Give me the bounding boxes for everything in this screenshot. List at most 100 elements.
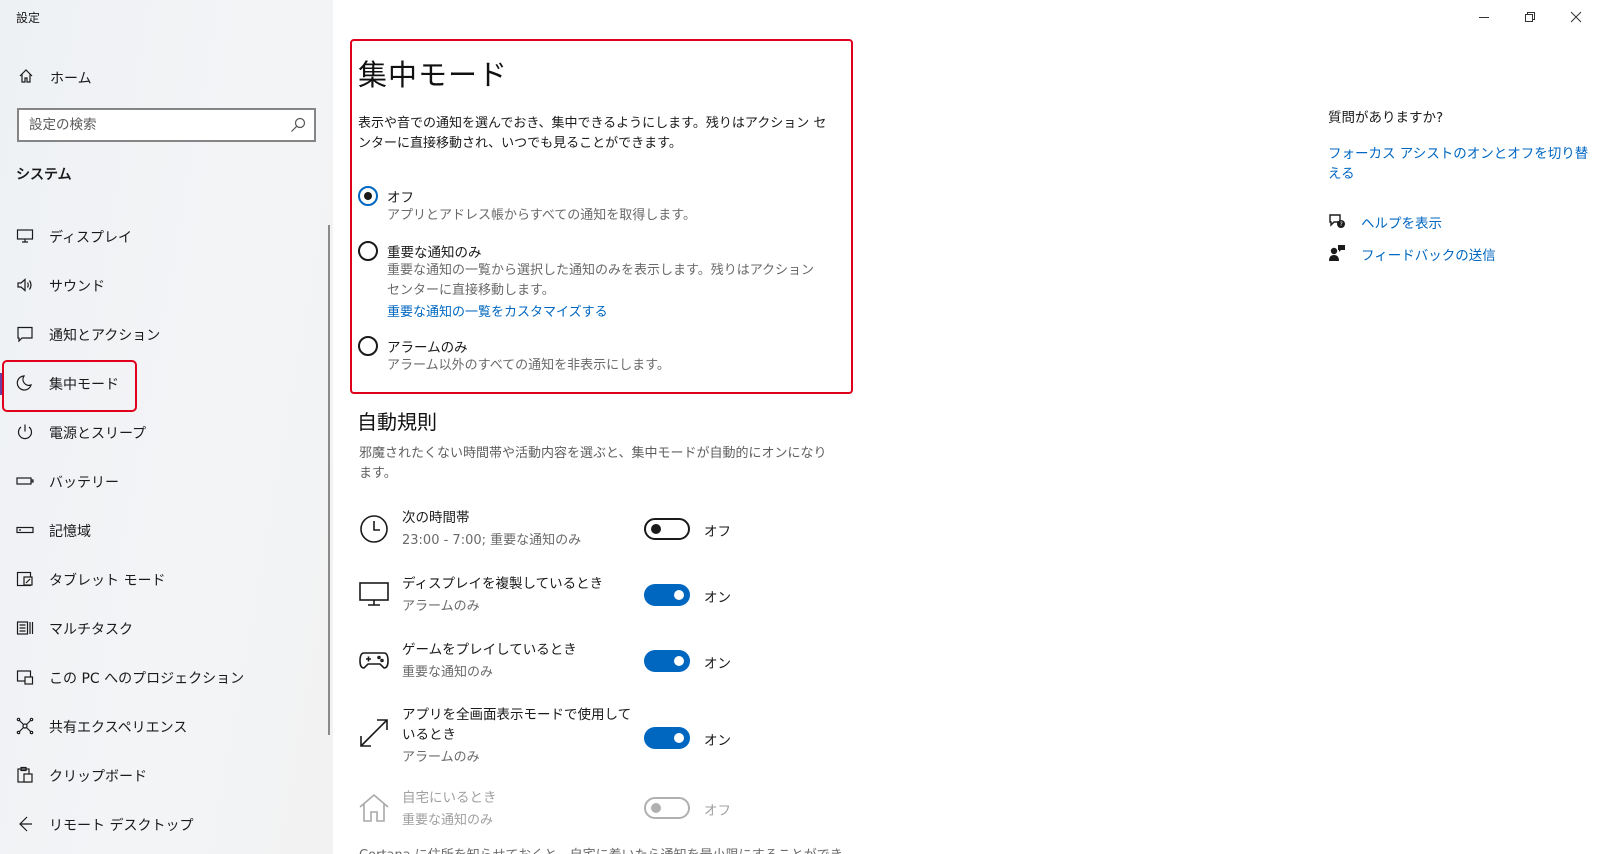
option-description: アラーム以外のすべての通知を非表示にします。: [387, 358, 670, 373]
home-icon: [19, 69, 33, 83]
tablet-icon: [16, 571, 33, 587]
sidebar-item-label: バッテリー: [49, 475, 119, 491]
multitask-icon: [16, 621, 34, 635]
sound-icon: [17, 278, 32, 292]
restore-icon: [1525, 12, 1535, 22]
sidebar-item-label: 記憶域: [49, 524, 91, 540]
rule-toggle[interactable]: [644, 797, 690, 819]
sidebar-item-label: ディスプレイ: [49, 230, 133, 246]
option-label: 重要な通知のみ: [387, 245, 482, 261]
sidebar-item-sound[interactable]: サウンド: [0, 264, 320, 306]
app-title: 設定: [16, 11, 41, 25]
sidebar-item-label: クリップボード: [49, 769, 147, 785]
page-description: 表示や音での通知を選んでおき、集中できるようにします。残りはアクション センター…: [358, 116, 827, 151]
rule-subtext: アラームのみ: [402, 599, 480, 614]
sidebar-item-power[interactable]: 電源とスリープ: [0, 411, 320, 453]
section-heading: システム: [16, 167, 72, 183]
option-description: アプリとアドレス帳からすべての通知を取得します。: [387, 208, 697, 223]
sidebar-item-label: タブレット モード: [49, 573, 166, 589]
monitor-icon: [359, 582, 389, 606]
minimize-button[interactable]: [1464, 6, 1504, 28]
sidebar-item-display[interactable]: ディスプレイ: [0, 215, 320, 257]
sidebar-item-shared-experiences[interactable]: 共有エクスペリエンス: [0, 705, 320, 747]
cortana-note: Cortana に住所を知らせておくと、自宅に着いたら通知を最小限にすることがで…: [359, 844, 843, 854]
customize-priority-link[interactable]: 重要な通知の一覧をカスタマイズする: [387, 301, 608, 320]
help-question: 質問がありますか?: [1328, 110, 1444, 126]
rule-subtext: 重要な通知のみ: [402, 665, 494, 680]
remote-desktop-icon: [19, 816, 32, 832]
sidebar-item-label: マルチタスク: [49, 622, 133, 638]
highlight-box: [2, 360, 137, 412]
close-button[interactable]: [1556, 6, 1596, 28]
send-feedback-label: フィードバックの送信: [1361, 248, 1496, 264]
shared-experience-icon: [16, 717, 34, 735]
display-icon: [16, 229, 34, 243]
sidebar-item-label: 共有エクスペリエンス: [49, 720, 188, 736]
section-description: 邪魔されたくない時間帯や活動内容を選ぶと、集中モードが自動的にオンになります。: [359, 446, 827, 481]
sidebar-item-clipboard[interactable]: クリップボード: [0, 754, 320, 796]
minimize-icon: [1479, 17, 1489, 18]
sidebar-item-label: 電源とスリープ: [49, 426, 147, 442]
sidebar-item-home[interactable]: ホーム: [0, 62, 333, 92]
sidebar-item-label: この PC へのプロジェクション: [49, 671, 245, 687]
search-input[interactable]: [29, 114, 279, 136]
rule-name: ディスプレイを複製しているとき: [402, 576, 604, 592]
toggle-state-label: オン: [704, 733, 731, 749]
clock-icon: [360, 515, 388, 543]
svg-text:?: ?: [1340, 221, 1343, 228]
rule-name: ゲームをプレイしているとき: [402, 642, 577, 658]
settings-window: 設定 ホーム システム ディスプレイ サウンド 通知とアクション: [0, 0, 1600, 854]
radio-button[interactable]: [358, 186, 378, 206]
sidebar-item-label: ホーム: [50, 71, 92, 87]
get-help-link[interactable]: ? ヘルプを表示: [1328, 211, 1548, 233]
rule-name: アプリを全画面表示モードで使用しているとき: [402, 707, 632, 743]
sidebar-scrollbar[interactable]: [328, 225, 330, 735]
fullscreen-icon: [360, 719, 388, 747]
clipboard-icon: [17, 766, 33, 783]
sidebar-item-multitasking[interactable]: マルチタスク: [0, 607, 320, 649]
rule-subtext: 重要な通知のみ: [402, 813, 494, 828]
restore-button[interactable]: [1510, 6, 1550, 28]
sidebar-item-label: サウンド: [49, 279, 105, 295]
send-feedback-link[interactable]: フィードバックの送信: [1328, 243, 1548, 265]
radio-button[interactable]: [358, 336, 378, 356]
feedback-icon: [1329, 245, 1345, 261]
rule-toggle[interactable]: [644, 584, 690, 606]
option-description: 重要な通知の一覧から選択した通知のみを表示します。残りはアクション センターに直…: [387, 263, 815, 298]
rule-toggle[interactable]: [644, 650, 690, 672]
search-box[interactable]: [17, 108, 316, 142]
get-help-label: ヘルプを表示: [1361, 216, 1442, 232]
sidebar-item-storage[interactable]: 記憶域: [0, 509, 320, 551]
sidebar-item-label: 通知とアクション: [49, 328, 161, 344]
radio-button[interactable]: [358, 241, 378, 261]
sidebar-item-projection[interactable]: この PC へのプロジェクション: [0, 656, 320, 698]
close-icon: [1570, 11, 1582, 23]
sidebar-item-label: リモート デスクトップ: [49, 818, 194, 834]
battery-icon: [16, 477, 34, 485]
storage-icon: [16, 526, 34, 534]
sidebar-item-battery[interactable]: バッテリー: [0, 460, 320, 502]
house-icon: [359, 793, 389, 822]
focus-assist-help-link[interactable]: フォーカス アシストのオンとオフを切り替える: [1328, 142, 1600, 182]
option-label: アラームのみ: [387, 340, 468, 356]
sidebar-item-notifications[interactable]: 通知とアクション: [0, 313, 320, 355]
section-title: 自動規則: [357, 410, 437, 434]
help-chat-icon: ?: [1329, 214, 1345, 228]
sidebar-item-remote-desktop[interactable]: リモート デスクトップ: [0, 803, 320, 845]
search-icon[interactable]: [290, 117, 306, 133]
rule-name: 次の時間帯: [402, 510, 470, 526]
rule-toggle[interactable]: [644, 518, 690, 540]
notification-icon: [17, 326, 33, 343]
sidebar: 設定 ホーム システム ディスプレイ サウンド 通知とアクション: [0, 0, 333, 854]
rule-name: 自宅にいるとき: [402, 790, 497, 806]
rule-toggle[interactable]: [644, 727, 690, 749]
sidebar-item-tablet-mode[interactable]: タブレット モード: [0, 558, 320, 600]
toggle-state-label: オン: [704, 590, 731, 606]
projection-icon: [16, 670, 34, 685]
toggle-state-label: オン: [704, 656, 731, 672]
gamepad-icon: [359, 652, 389, 669]
rule-subtext: 23:00 - 7:00; 重要な通知のみ: [402, 533, 582, 548]
rule-subtext: アラームのみ: [402, 750, 480, 765]
toggle-state-label: オフ: [704, 803, 731, 819]
option-label: オフ: [387, 190, 414, 206]
